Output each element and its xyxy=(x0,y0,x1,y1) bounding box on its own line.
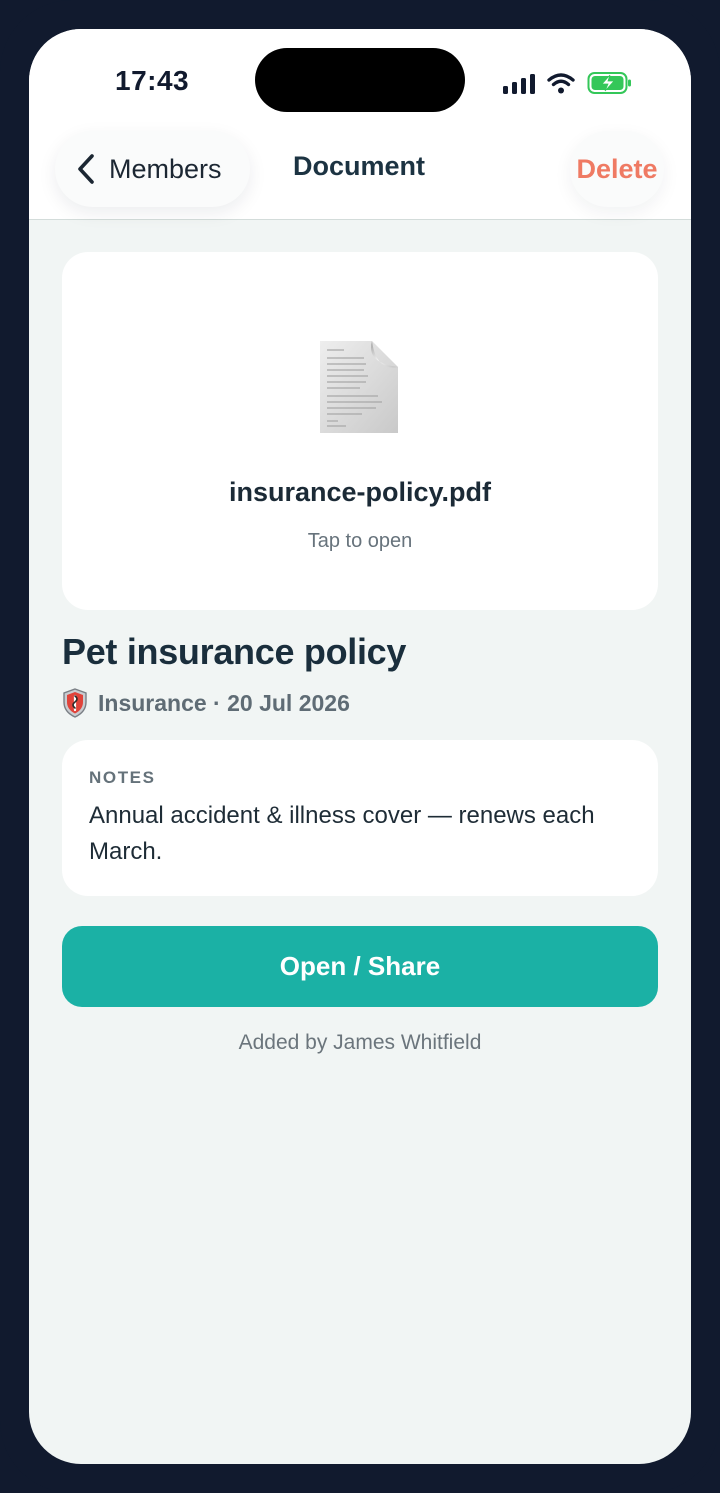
open-share-button[interactable]: Open / Share xyxy=(62,926,658,1007)
shield-icon xyxy=(63,688,87,718)
tap-to-open-hint: Tap to open xyxy=(307,530,413,552)
chevron-left-icon xyxy=(78,154,94,184)
document-icon xyxy=(320,341,398,433)
dynamic-island xyxy=(255,48,465,112)
back-button[interactable]: Members xyxy=(55,131,250,207)
category-and-date: Insurance · 20 Jul 2026 xyxy=(98,689,350,716)
document-title: Pet insurance policy xyxy=(62,631,407,672)
status-time: 17:43 xyxy=(115,65,190,96)
status-icons xyxy=(503,69,633,97)
delete-button[interactable]: Delete xyxy=(570,131,664,207)
file-name: insurance-policy.pdf xyxy=(228,477,492,507)
page-title: Document xyxy=(293,151,426,181)
signal-icon xyxy=(503,72,535,94)
battery-charging-icon xyxy=(587,72,631,94)
status-bar: 17:43 xyxy=(29,29,691,129)
delete-button-label: Delete xyxy=(576,153,658,184)
notes-card: NOTES Annual accident & illness cover — … xyxy=(62,740,658,896)
back-button-label: Members xyxy=(109,153,222,184)
navigation-bar: Members Document Delete xyxy=(29,129,691,220)
notes-label: NOTES xyxy=(89,768,156,787)
added-by-text: Added by James Whitfield xyxy=(238,1031,482,1054)
file-preview-card[interactable]: insurance-policy.pdf Tap to open xyxy=(62,252,658,610)
open-share-label: Open / Share xyxy=(279,951,441,981)
wifi-icon xyxy=(547,73,575,94)
document-meta: Insurance · 20 Jul 2026 xyxy=(62,688,350,718)
notes-body: Annual accident & illness cover — renews… xyxy=(89,802,595,865)
screen: 17:43 Members Document Delete insurance-… xyxy=(29,29,691,1464)
phone-frame: 17:43 Members Document Delete insurance-… xyxy=(0,0,720,1493)
